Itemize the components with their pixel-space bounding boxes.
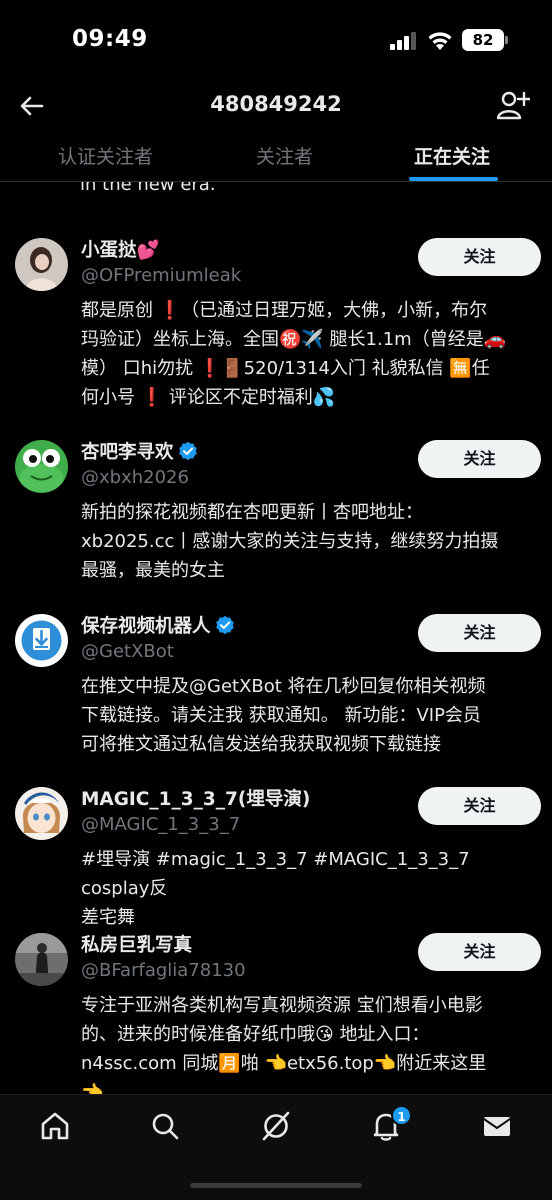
bio-line: 何小号 ❗ 评论区不定时福利💦 (81, 387, 336, 408)
verified-badge-icon (178, 441, 197, 461)
bottom-nav: 1 (0, 1094, 552, 1200)
cellular-signal-icon (390, 32, 420, 50)
user-handle: @MAGIC_1_3_3_7 (81, 814, 241, 835)
add-user-icon[interactable] (496, 89, 530, 123)
bio-line: 👈 (81, 1082, 104, 1094)
user-name: 保存视频机器人 (81, 616, 211, 637)
follow-button[interactable]: 关注 (418, 440, 541, 478)
bio-line: 专注于亚洲各类机构写真视频资源 宝们想看小电影 (81, 995, 483, 1016)
avatar[interactable] (15, 787, 68, 840)
battery-tip (505, 36, 508, 44)
bio-line: n4ssc.com 同城🈷️啪 👈etx56.top👈附近来这里 (81, 1053, 487, 1074)
following-list: in the new era. 小蛋挞💕 @OFPremiumleak 关注 都… (0, 182, 552, 1094)
avatar[interactable] (15, 933, 68, 986)
user-bio: #埋导演 #magic_1_3_3_7 #MAGIC_1_3_3_7 cospl… (81, 845, 541, 932)
avatar[interactable] (15, 614, 68, 667)
tab-verified-followers[interactable]: 认证关注者 (58, 142, 153, 169)
follow-button[interactable]: 关注 (418, 614, 541, 652)
user-name: 小蛋挞💕 (81, 240, 160, 261)
avatar[interactable] (15, 440, 68, 493)
home-icon[interactable] (38, 1109, 72, 1143)
verified-badge-icon (215, 615, 234, 635)
bio-line: 可将推文通过私信发送给我获取视频下载链接 (81, 734, 441, 755)
user-handle: @BFarfaglia78130 (81, 960, 246, 981)
user-name: 杏吧李寻欢 (81, 442, 174, 463)
bio-line: 下载链接。请关注我 获取通知。 新功能：VIP会员 (81, 705, 481, 726)
user-handle: @xbxh2026 (81, 467, 189, 488)
top-header: 480849242 (0, 84, 552, 130)
status-time: 09:49 (72, 26, 148, 52)
home-indicator (190, 1183, 362, 1188)
notification-badge: 1 (391, 1105, 412, 1126)
active-tab-indicator (409, 177, 498, 181)
bio-line: 新拍的探花视频都在杏吧更新丨杏吧地址： (81, 502, 423, 523)
follow-button[interactable]: 关注 (418, 933, 541, 971)
follow-tabs: 认证关注者 关注者 正在关注 (0, 130, 552, 182)
bio-line: #埋导演 #magic_1_3_3_7 #MAGIC_1_3_3_7 cospl… (81, 849, 470, 899)
bio-line: 最骚，最美的女主 (81, 560, 225, 581)
user-bio: 专注于亚洲各类机构写真视频资源 宝们想看小电影 的、进来的时候准备好纸巾哦😘 地… (81, 991, 541, 1094)
follow-button[interactable]: 关注 (418, 238, 541, 276)
bio-line: 的、进来的时候准备好纸巾哦😘 地址入口： (81, 1024, 430, 1045)
bio-line: 在推文中提及@GetXBot 将在几秒回复你相关视频 (81, 676, 486, 697)
clipped-bio-text: in the new era. (80, 182, 216, 195)
user-name: MAGIC_1_3_3_7(埋导演) (81, 789, 311, 810)
user-bio: 在推文中提及@GetXBot 将在几秒回复你相关视频 下载链接。请关注我 获取通… (81, 672, 541, 759)
battery-indicator: 82 (462, 29, 504, 51)
user-handle: @GetXBot (81, 641, 174, 662)
bio-line: 都是原创 ❗（已通过日理万姬，大佛，小新，布尔 (81, 300, 488, 321)
grok-icon[interactable] (259, 1109, 293, 1143)
page-title: 480849242 (210, 92, 342, 116)
bio-line: 差宅舞 (81, 907, 135, 928)
search-icon[interactable] (148, 1109, 182, 1143)
bio-line: 玛验证）坐标上海。全国㊗️✈️ 腿长1.1m（曾经是🚗 (81, 329, 507, 350)
avatar[interactable] (15, 238, 68, 291)
user-bio: 新拍的探花视频都在杏吧更新丨杏吧地址： xb2025.cc丨感谢大家的关注与支持… (81, 498, 541, 585)
status-bar: 09:49 82 (0, 0, 552, 84)
wifi-icon (428, 32, 452, 50)
bio-line: 模） 口hi勿扰 ❗🚪520/1314入门 礼貌私信 🈚任 (81, 358, 490, 379)
messages-icon[interactable] (480, 1109, 514, 1143)
user-bio: 都是原创 ❗（已通过日理万姬，大佛，小新，布尔 玛验证）坐标上海。全国㊗️✈️ … (81, 296, 541, 412)
tab-followers[interactable]: 关注者 (256, 142, 313, 169)
bio-line: xb2025.cc丨感谢大家的关注与支持，继续努力拍摄 (81, 531, 499, 552)
follow-button[interactable]: 关注 (418, 787, 541, 825)
user-name: 私房巨乳写真 (81, 935, 193, 956)
tab-following[interactable]: 正在关注 (414, 142, 490, 169)
user-handle: @OFPremiumleak (81, 265, 242, 286)
